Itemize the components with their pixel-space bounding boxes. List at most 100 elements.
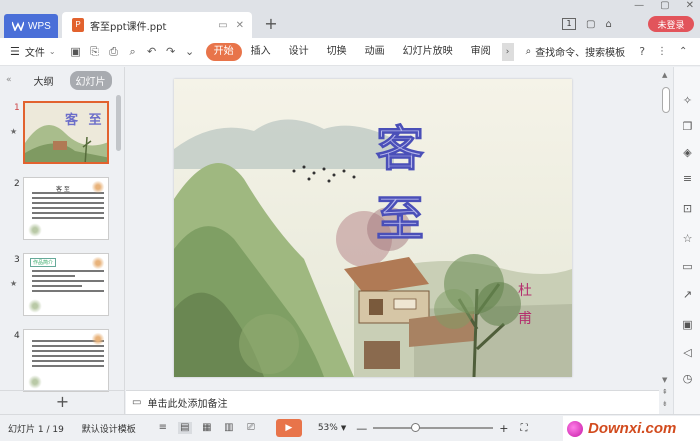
thumbnail-decoration <box>26 375 44 389</box>
right-sidebar: ✧ ❐ ◈ ≡ ⊡ ☆ ▭ ↗ ▣ ◁ ◷ <box>673 67 700 414</box>
fit-window-icon[interactable]: ⛶ <box>520 423 527 434</box>
tab-slideshow[interactable]: 幻灯片放映 <box>394 43 462 61</box>
clock-icon[interactable]: ◷ <box>680 371 695 386</box>
slide-thumbnail[interactable]: 客 至 <box>23 177 109 240</box>
slide-panel: « 大纲 幻灯片 1 ★ 客 至 2 客 至 3 ★ 作品简介 4 + <box>0 67 125 414</box>
menu-icon: ☰ <box>10 45 20 58</box>
redo-icon[interactable]: ↷ <box>165 45 177 59</box>
maximize-icon[interactable]: ▢ <box>660 0 669 11</box>
scroll-thumb[interactable] <box>662 87 670 113</box>
skin-icon[interactable]: ▢ <box>586 19 595 30</box>
ribbon-tabs: 开始 插入 设计 切换 动画 幻灯片放映 审阅 › <box>205 42 514 61</box>
thumbnail-title: 客 至 <box>65 113 105 128</box>
sorter-view-icon[interactable]: ▦ <box>200 422 214 434</box>
collapse-panel-icon[interactable]: « <box>6 75 12 85</box>
slide-thumbnail-row[interactable]: 3 ★ 作品简介 <box>0 253 118 321</box>
shape-icon[interactable]: ◈ <box>680 145 695 160</box>
tab-close-icon[interactable]: ✕ <box>236 20 244 31</box>
slide-title[interactable]: 客 至 <box>376 109 572 249</box>
login-button[interactable]: 未登录 <box>648 16 694 32</box>
zoom-dropdown-icon[interactable]: ▼ <box>341 424 346 432</box>
thumbnail-decoration <box>90 180 106 194</box>
new-tab-button[interactable]: + <box>262 14 280 33</box>
share-icon[interactable]: ↗ <box>680 287 695 302</box>
zoom-in-icon[interactable]: + <box>499 422 508 435</box>
copy-icon[interactable]: ❐ <box>680 119 695 134</box>
tab-review[interactable]: 审阅 <box>462 43 500 61</box>
slide-number: 1 <box>14 103 20 113</box>
tab-animation[interactable]: 动画 <box>356 43 394 61</box>
save-icon[interactable]: ▣ <box>70 45 82 59</box>
ribbon-more-tabs-icon[interactable]: › <box>501 42 514 61</box>
minimize-icon[interactable]: — <box>634 0 644 11</box>
watermark-text: Downxi.com <box>588 420 677 437</box>
bag-icon[interactable]: ⌂ <box>605 19 611 30</box>
audio-icon[interactable]: ◁ <box>680 345 695 360</box>
add-slide-button[interactable]: + <box>0 390 125 414</box>
vertical-scrollbar[interactable]: ▲ ▼ ⇞ ⇟ <box>659 67 673 414</box>
slide-number: 3 <box>14 255 20 265</box>
play-slideshow-button[interactable]: ▶ <box>275 419 302 437</box>
wps-home-tab[interactable]: WPS <box>4 14 58 38</box>
tab-restore-icon[interactable]: ▭ <box>218 20 227 31</box>
scroll-up-icon[interactable]: ▲ <box>662 71 667 79</box>
reading-view-icon[interactable]: ▥ <box>222 422 236 434</box>
settings-sliders-icon[interactable]: ≡ <box>680 171 695 186</box>
print-preview-icon[interactable]: ⌕ <box>127 45 139 59</box>
animation-star-icon: ★ <box>10 279 18 288</box>
folder-icon[interactable]: ▭ <box>680 259 695 274</box>
page-badge[interactable]: 1 <box>562 18 576 30</box>
export-pdf-icon[interactable]: ⎘ <box>89 45 101 59</box>
collapse-ribbon-icon[interactable]: ⌃ <box>679 46 687 57</box>
zoom-out-icon[interactable]: — <box>356 422 367 435</box>
magic-wand-icon[interactable]: ✧ <box>680 93 695 108</box>
slide-thumbnail-row[interactable]: 1 ★ 客 至 <box>0 101 118 169</box>
panel-tabs: « 大纲 幻灯片 <box>0 67 124 93</box>
slide-editor[interactable]: 客 至 杜 甫 <box>174 79 572 377</box>
slide-thumbnail[interactable] <box>23 329 109 392</box>
slide-thumbnail[interactable]: 客 至 <box>23 101 109 164</box>
comment-icon: ▭ <box>132 397 142 408</box>
presenter-view-icon[interactable]: ⎚ <box>244 422 258 434</box>
command-search[interactable]: ⌕ 查找命令、搜索模板 <box>526 44 626 59</box>
image-search-icon[interactable]: ⊡ <box>680 201 695 216</box>
notes-bar[interactable]: ▭ 单击此处添加备注 <box>126 390 659 414</box>
print-icon[interactable]: ⎙ <box>108 45 120 59</box>
document-tab-label: 客至ppt课件.ppt <box>90 21 167 33</box>
slide-thumbnail-row[interactable]: 2 客 至 <box>0 177 118 245</box>
normal-view-icon[interactable]: ▤ <box>177 422 192 434</box>
tab-design[interactable]: 设计 <box>280 43 318 61</box>
customize-icon[interactable]: ⌄ <box>184 45 196 59</box>
notes-placeholder: 单击此处添加备注 <box>147 399 228 410</box>
next-slide-icon[interactable]: ⇟ <box>662 400 668 408</box>
tab-slides[interactable]: 幻灯片 <box>69 70 112 90</box>
chevron-down-icon: ⌄ <box>48 47 56 56</box>
slide-thumbnail-row[interactable]: 4 <box>0 329 118 397</box>
tab-transition[interactable]: 切换 <box>318 43 356 61</box>
search-icon: ⌕ <box>525 46 532 57</box>
site-watermark: Downxi.com <box>563 416 700 441</box>
tab-home[interactable]: 开始 <box>205 42 242 61</box>
slide-author[interactable]: 杜 甫 <box>518 277 534 333</box>
notes-view-icon[interactable]: ≡ <box>156 422 170 434</box>
previous-slide-icon[interactable]: ⇞ <box>662 388 668 396</box>
slide-number: 4 <box>14 331 20 341</box>
star-icon[interactable]: ☆ <box>680 231 695 246</box>
zoom-slider-handle[interactable] <box>411 423 421 432</box>
document-tab[interactable]: P 客至ppt课件.ppt ▭ ✕ <box>62 12 252 38</box>
slide-thumbnail[interactable]: 作品简介 <box>23 253 109 316</box>
more-icon[interactable]: ⋮ <box>657 46 667 57</box>
help-icon[interactable]: ? <box>639 45 645 58</box>
thumbnail-decoration <box>90 256 106 270</box>
zoom-slider[interactable] <box>373 423 494 432</box>
ppt-file-icon: P <box>72 18 84 32</box>
theme-name[interactable]: 默认设计模板 <box>82 422 136 435</box>
tab-insert[interactable]: 插入 <box>242 43 280 61</box>
file-menu-button[interactable]: ☰ 文件 ⌄ <box>10 44 56 59</box>
close-window-icon[interactable]: ✕ <box>686 0 694 11</box>
undo-icon[interactable]: ↶ <box>146 45 158 59</box>
tab-outline[interactable]: 大纲 <box>28 71 60 90</box>
scroll-down-icon[interactable]: ▼ <box>662 376 667 384</box>
zoom-level[interactable]: 53% <box>318 423 338 433</box>
picture-icon[interactable]: ▣ <box>680 317 695 332</box>
